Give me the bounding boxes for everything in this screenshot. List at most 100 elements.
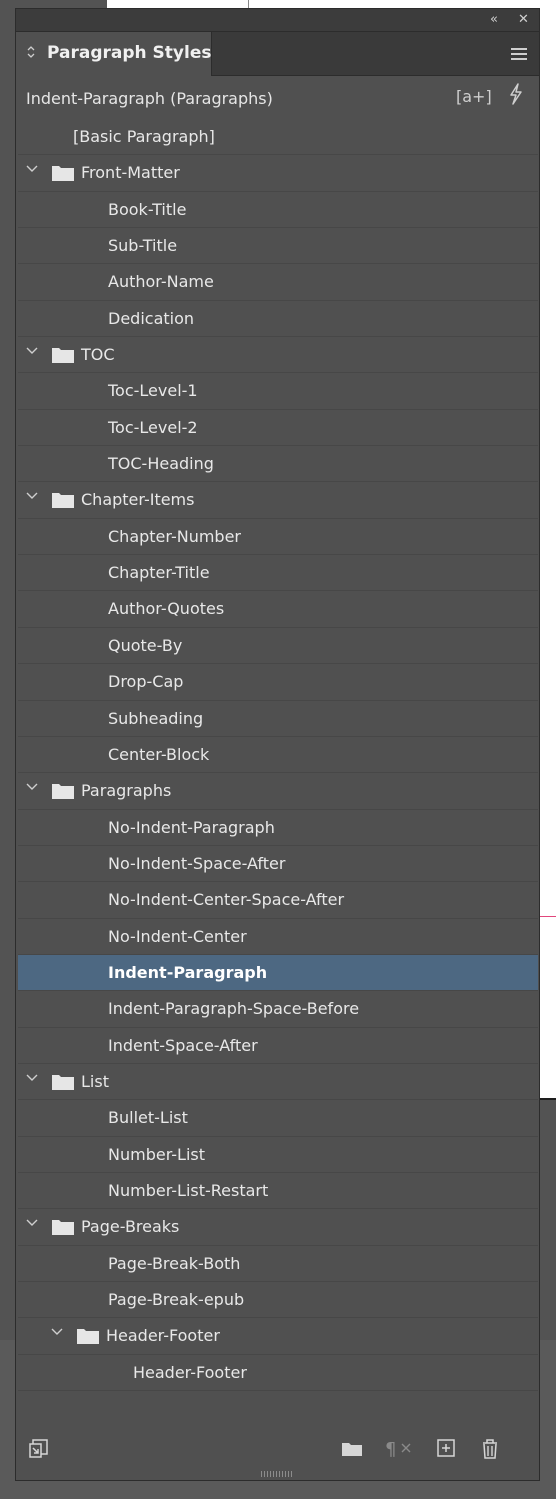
style-label: Number-List bbox=[108, 1144, 205, 1164]
style-group-list[interactable]: List bbox=[18, 1064, 538, 1101]
style-label: Sub-Title bbox=[108, 236, 178, 256]
chevron-down-icon[interactable] bbox=[26, 1216, 40, 1232]
style-group-front-matter[interactable]: Front-Matter bbox=[18, 155, 538, 192]
folder-icon bbox=[52, 1219, 74, 1236]
clear-overrides-icon[interactable]: ¶ bbox=[385, 1438, 415, 1463]
collapse-panel-icon[interactable]: « bbox=[490, 11, 498, 29]
resize-grip[interactable] bbox=[261, 1471, 293, 1477]
style-label: Indent-Paragraph-Space-Before bbox=[108, 999, 360, 1019]
chevron-down-icon[interactable] bbox=[26, 344, 40, 360]
style-item-page-break-epub[interactable]: Page-Break-epub bbox=[18, 1282, 538, 1319]
panel-menu-icon[interactable] bbox=[511, 48, 527, 63]
style-label: Front-Matter bbox=[81, 163, 180, 183]
style-label: Bullet-List bbox=[108, 1108, 188, 1128]
panel-footer: ¶ bbox=[16, 1434, 539, 1470]
chevron-down-icon[interactable] bbox=[51, 1325, 65, 1341]
style-item-number-list[interactable]: Number-List bbox=[18, 1137, 538, 1173]
style-label: Chapter-Items bbox=[81, 490, 195, 510]
style-label: Chapter-Number bbox=[108, 526, 241, 546]
style-list: [Basic Paragraph] Front-Matter Book-Title S… bbox=[18, 119, 538, 1392]
style-label: Author-Quotes bbox=[108, 599, 225, 619]
chevron-down-icon[interactable] bbox=[26, 489, 40, 505]
quick-apply-icon[interactable] bbox=[508, 83, 524, 110]
style-item-chapter-title[interactable]: Chapter-Title bbox=[18, 555, 538, 592]
style-label: No-Indent-Center-Space-After bbox=[108, 890, 345, 910]
style-item-indent-paragraph[interactable]: Indent-Paragraph bbox=[18, 954, 538, 992]
folder-icon bbox=[52, 492, 74, 509]
style-item-toc-level-2[interactable]: Toc-Level-2 bbox=[18, 410, 538, 447]
style-label: Book-Title bbox=[108, 199, 187, 219]
load-styles-icon[interactable] bbox=[28, 1438, 50, 1465]
style-item-quote-by[interactable]: Quote-By bbox=[18, 628, 538, 665]
style-item-header-footer[interactable]: Header-Footer bbox=[18, 1355, 538, 1392]
style-item-number-list-restart[interactable]: Number-List-Restart bbox=[18, 1173, 538, 1210]
style-label: Page-Breaks bbox=[81, 1217, 180, 1237]
style-item-subheading[interactable]: Subheading bbox=[18, 701, 538, 737]
style-item-no-indent-space-after[interactable]: No-Indent-Space-After bbox=[18, 846, 538, 883]
style-group-toc[interactable]: TOC bbox=[18, 337, 538, 374]
expand-collapse-icon[interactable] bbox=[26, 45, 36, 60]
tab-label: Paragraph Styles bbox=[47, 43, 212, 63]
style-item-drop-cap[interactable]: Drop-Cap bbox=[18, 664, 538, 701]
style-label: Paragraphs bbox=[81, 781, 172, 801]
style-label: Quote-By bbox=[108, 635, 183, 655]
style-item-indent-paragraph-space-before[interactable]: Indent-Paragraph-Space-Before bbox=[18, 991, 538, 1028]
style-label: [Basic Paragraph] bbox=[73, 127, 215, 146]
new-group-icon[interactable] bbox=[340, 1438, 364, 1463]
new-style-from-override-icon[interactable]: [a+] bbox=[456, 87, 492, 106]
style-item-no-indent-paragraph[interactable]: No-Indent-Paragraph bbox=[18, 810, 538, 846]
document-edge bbox=[540, 1098, 556, 1100]
folder-icon bbox=[52, 1074, 74, 1090]
style-item-indent-space-after[interactable]: Indent-Space-After bbox=[18, 1028, 538, 1064]
style-label: Toc-Level-2 bbox=[108, 417, 198, 437]
close-panel-icon[interactable]: ✕ bbox=[518, 11, 529, 29]
delete-style-icon[interactable] bbox=[480, 1438, 500, 1465]
paragraph-styles-panel: « ✕ Paragraph Styles Indent-Paragraph (P… bbox=[15, 8, 540, 1481]
style-item-toc-level-1[interactable]: Toc-Level-1 bbox=[18, 373, 538, 410]
style-item-toc-heading[interactable]: TOC-Heading bbox=[18, 446, 538, 483]
style-label: Author-Name bbox=[108, 272, 214, 292]
style-label: TOC-Heading bbox=[108, 454, 214, 474]
document-margin-guide bbox=[540, 916, 556, 917]
style-label: Indent-Space-After bbox=[108, 1035, 258, 1055]
style-item-no-indent-center-space-after[interactable]: No-Indent-Center-Space-After bbox=[18, 882, 538, 919]
chevron-down-icon[interactable] bbox=[26, 780, 40, 796]
style-item-page-break-both[interactable]: Page-Break-Both bbox=[18, 1246, 538, 1282]
style-label: TOC bbox=[81, 345, 115, 365]
chevron-down-icon[interactable] bbox=[26, 1071, 40, 1087]
style-label: Subheading bbox=[108, 708, 204, 728]
chevron-down-icon[interactable] bbox=[26, 162, 40, 178]
svg-text:¶: ¶ bbox=[385, 1439, 396, 1458]
tab-paragraph-styles[interactable]: Paragraph Styles bbox=[16, 32, 212, 76]
style-item-no-indent-center[interactable]: No-Indent-Center bbox=[18, 919, 538, 955]
style-label: Dedication bbox=[108, 308, 195, 328]
style-label: Center-Block bbox=[108, 744, 210, 764]
style-group-header-footer[interactable]: Header-Footer bbox=[18, 1318, 538, 1355]
style-label: Drop-Cap bbox=[108, 672, 184, 692]
folder-icon bbox=[52, 347, 74, 364]
style-item-basic-paragraph[interactable]: [Basic Paragraph] bbox=[18, 119, 538, 156]
folder-icon bbox=[52, 165, 74, 182]
style-item-sub-title[interactable]: Sub-Title bbox=[18, 228, 538, 265]
style-label: Chapter-Title bbox=[108, 563, 210, 583]
style-item-bullet-list[interactable]: Bullet-List bbox=[18, 1100, 538, 1137]
style-label: Indent-Paragraph bbox=[108, 962, 268, 982]
style-item-author-quotes[interactable]: Author-Quotes bbox=[18, 591, 538, 628]
folder-icon bbox=[77, 1328, 99, 1345]
panel-tabbar: Paragraph Styles bbox=[16, 32, 539, 76]
style-label: Page-Break-Both bbox=[108, 1253, 241, 1273]
folder-icon bbox=[52, 783, 74, 800]
style-group-page-breaks[interactable]: Page-Breaks bbox=[18, 1209, 538, 1246]
style-group-chapter-items[interactable]: Chapter-Items bbox=[18, 482, 538, 519]
style-item-dedication[interactable]: Dedication bbox=[18, 301, 538, 338]
style-item-book-title[interactable]: Book-Title bbox=[18, 192, 538, 229]
new-style-icon[interactable] bbox=[436, 1438, 456, 1463]
style-label: No-Indent-Center bbox=[108, 926, 247, 946]
panel-titlebar[interactable]: « ✕ bbox=[16, 9, 539, 32]
style-group-paragraphs[interactable]: Paragraphs bbox=[18, 773, 538, 810]
style-label: No-Indent-Paragraph bbox=[108, 817, 275, 837]
style-item-author-name[interactable]: Author-Name bbox=[18, 264, 538, 301]
style-label: Page-Break-epub bbox=[108, 1290, 245, 1309]
style-item-chapter-number[interactable]: Chapter-Number bbox=[18, 519, 538, 556]
style-item-center-block[interactable]: Center-Block bbox=[18, 737, 538, 774]
